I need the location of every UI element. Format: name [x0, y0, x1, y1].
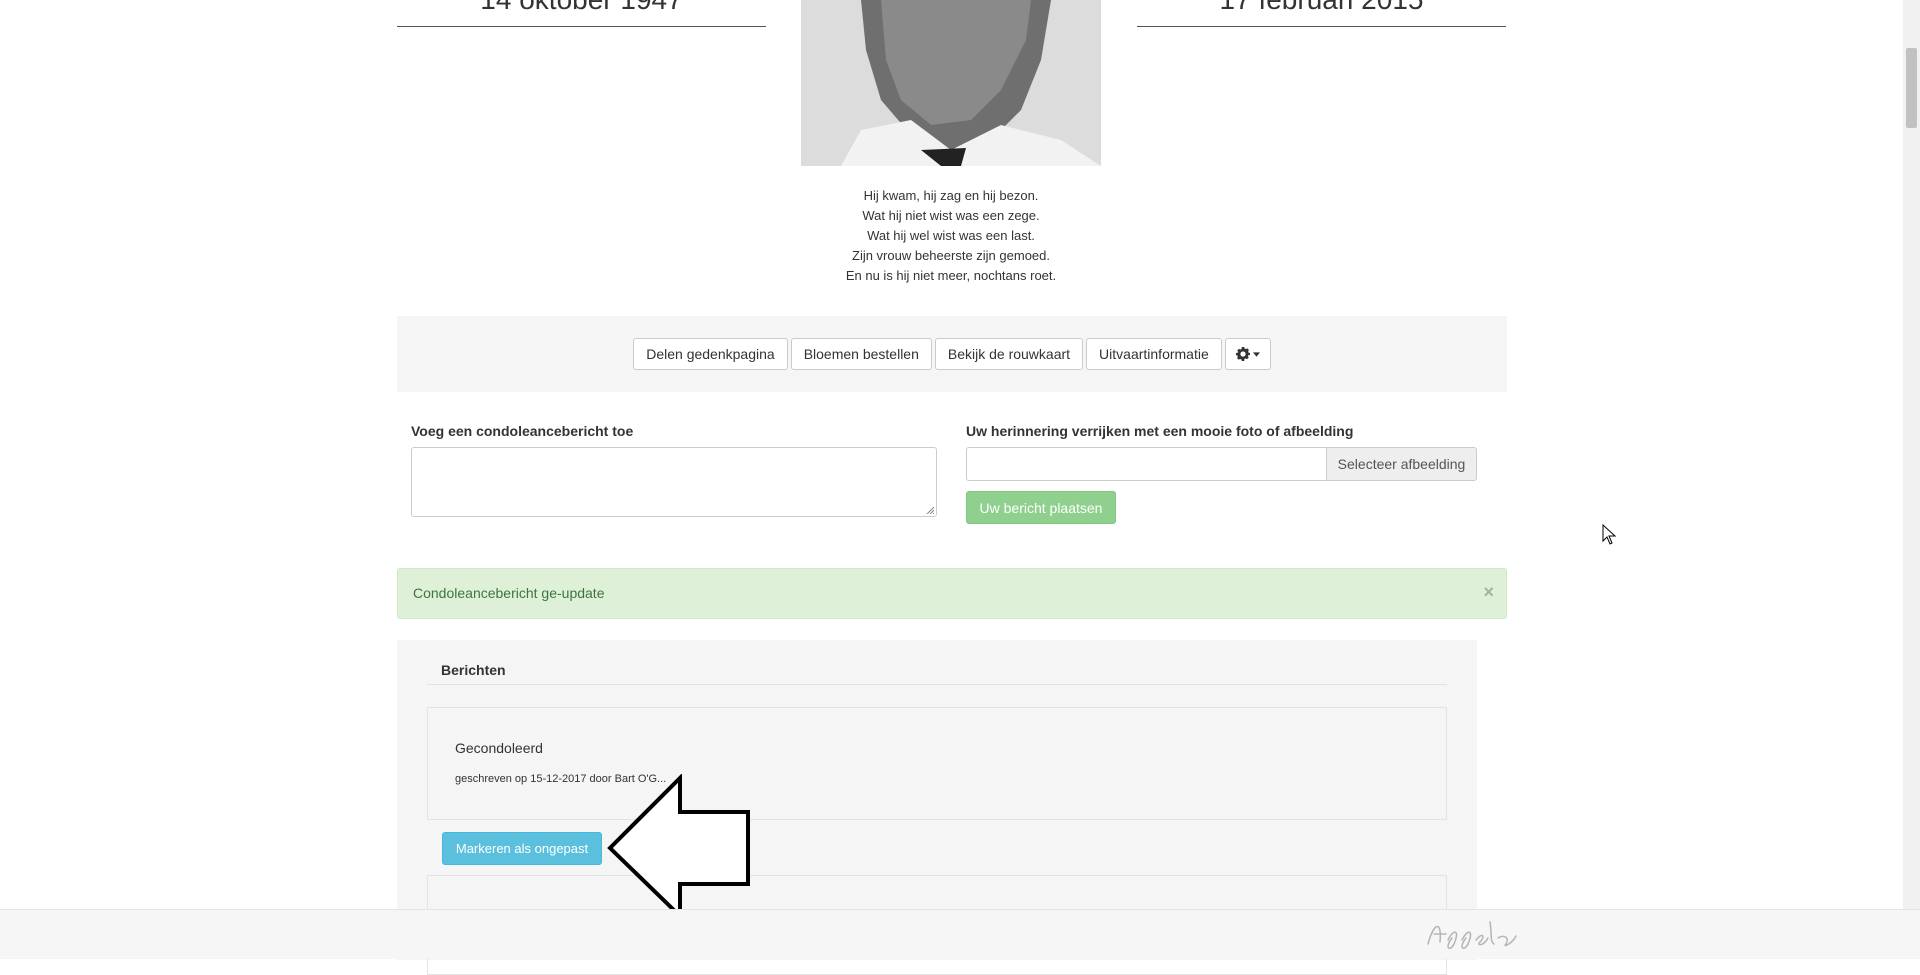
birth-date: 14 oktober 1947	[397, 0, 766, 27]
poem-line: En nu is hij niet meer, nochtans roet.	[845, 268, 1057, 283]
caret-down-icon	[1252, 351, 1260, 357]
divider	[427, 684, 1447, 685]
image-filename-field[interactable]	[966, 447, 1327, 481]
alert-message: Condoleancebericht ge-update	[413, 585, 605, 601]
resize-handle-icon[interactable]	[926, 506, 934, 514]
footer-signature-logo	[1427, 921, 1517, 950]
select-image-button[interactable]: Selecteer afbeelding	[1326, 447, 1477, 481]
death-date: 17 februari 2015	[1137, 0, 1506, 27]
close-icon[interactable]: ×	[1483, 582, 1494, 603]
message-card: Gecondoleerd geschreven op 15-12-2017 do…	[427, 707, 1447, 820]
poem-line: Wat hij wel wist was een last.	[867, 228, 1035, 243]
message-title: Gecondoleerd	[455, 740, 543, 756]
mark-inappropriate-button[interactable]: Markeren als ongepast	[442, 832, 602, 865]
condolence-textarea[interactable]	[411, 447, 937, 517]
footer-bar	[0, 909, 1920, 959]
actions-bar: Delen gedenkpagina Bloemen bestellen Bek…	[397, 316, 1507, 392]
photo-label: Uw herinnering verrijken met een mooie f…	[966, 423, 1354, 439]
gear-icon	[1235, 347, 1250, 361]
post-message-button[interactable]: Uw bericht plaatsen	[966, 491, 1116, 524]
success-alert: Condoleancebericht ge-update ×	[397, 568, 1507, 619]
order-flowers-button[interactable]: Bloemen bestellen	[790, 338, 932, 370]
poem-line: Zijn vrouw beheerste zijn gemoed.	[852, 248, 1050, 263]
scrollbar-thumb[interactable]	[1906, 48, 1917, 128]
scrollbar-track[interactable]	[1903, 0, 1920, 909]
funeral-info-button[interactable]: Uitvaartinformatie	[1086, 338, 1222, 370]
messages-title: Berichten	[441, 662, 506, 678]
mouse-cursor-icon	[1602, 524, 1617, 545]
poem: Hij kwam, hij zag en hij bezon. Wat hij …	[751, 186, 1151, 286]
portrait-photo	[801, 0, 1101, 166]
view-mourning-card-button[interactable]: Bekijk de rouwkaart	[934, 338, 1084, 370]
poem-line: Hij kwam, hij zag en hij bezon.	[863, 188, 1039, 203]
poem-line: Wat hij niet wist was een zege.	[862, 208, 1040, 223]
condolence-label: Voeg een condoleancebericht toe	[411, 423, 634, 439]
arrow-pointer-icon	[607, 774, 750, 920]
share-memorial-button[interactable]: Delen gedenkpagina	[633, 338, 788, 370]
settings-dropdown-button[interactable]	[1224, 338, 1271, 370]
